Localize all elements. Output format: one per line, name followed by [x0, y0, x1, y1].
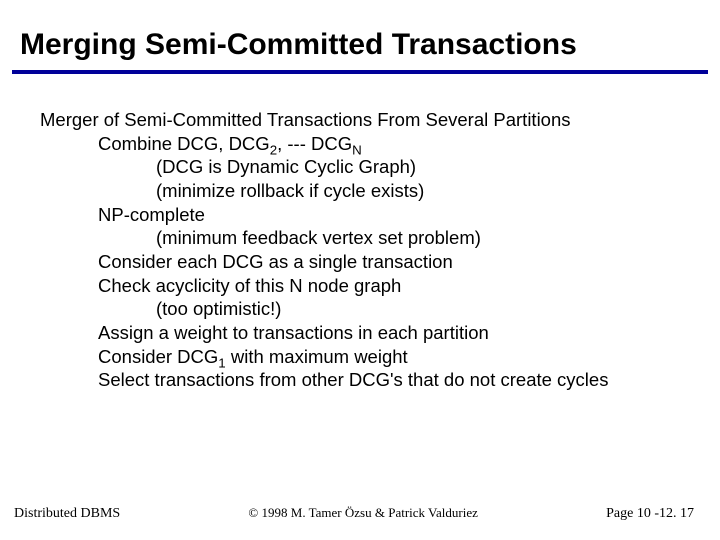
text: Combine DCG, DCG — [98, 133, 270, 154]
footer-center: © 1998 M. Tamer Özsu & Patrick Valduriez — [120, 505, 606, 521]
slide-title: Merging Semi-Committed Transactions — [0, 0, 720, 70]
body-line: Check acyclicity of this N node graph — [98, 274, 684, 298]
body-line: Consider each DCG as a single transactio… — [98, 250, 684, 274]
slide-body: Merger of Semi-Committed Transactions Fr… — [0, 74, 720, 392]
body-line: Merger of Semi-Committed Transactions Fr… — [40, 108, 684, 132]
text: Consider DCG — [98, 346, 218, 367]
body-line: (DCG is Dynamic Cyclic Graph) — [156, 155, 684, 179]
footer-right: Page 10 -12. 17 — [606, 506, 694, 522]
body-line: (too optimistic!) — [156, 297, 684, 321]
body-line: (minimize rollback if cycle exists) — [156, 179, 684, 203]
text: , --- DCG — [277, 133, 352, 154]
body-line: Consider DCG1 with maximum weight — [98, 345, 684, 369]
footer-left: Distributed DBMS — [14, 506, 120, 522]
body-line: Select transactions from other DCG's tha… — [98, 368, 684, 392]
body-line: NP-complete — [98, 203, 684, 227]
body-line: Assign a weight to transactions in each … — [98, 321, 684, 345]
body-line: (minimum feedback vertex set problem) — [156, 226, 684, 250]
slide: Merging Semi-Committed Transactions Merg… — [0, 0, 720, 540]
body-line: Combine DCG, DCG2, --- DCGN — [98, 132, 684, 156]
text: with maximum weight — [226, 346, 408, 367]
footer: Distributed DBMS © 1998 M. Tamer Özsu & … — [0, 505, 720, 522]
